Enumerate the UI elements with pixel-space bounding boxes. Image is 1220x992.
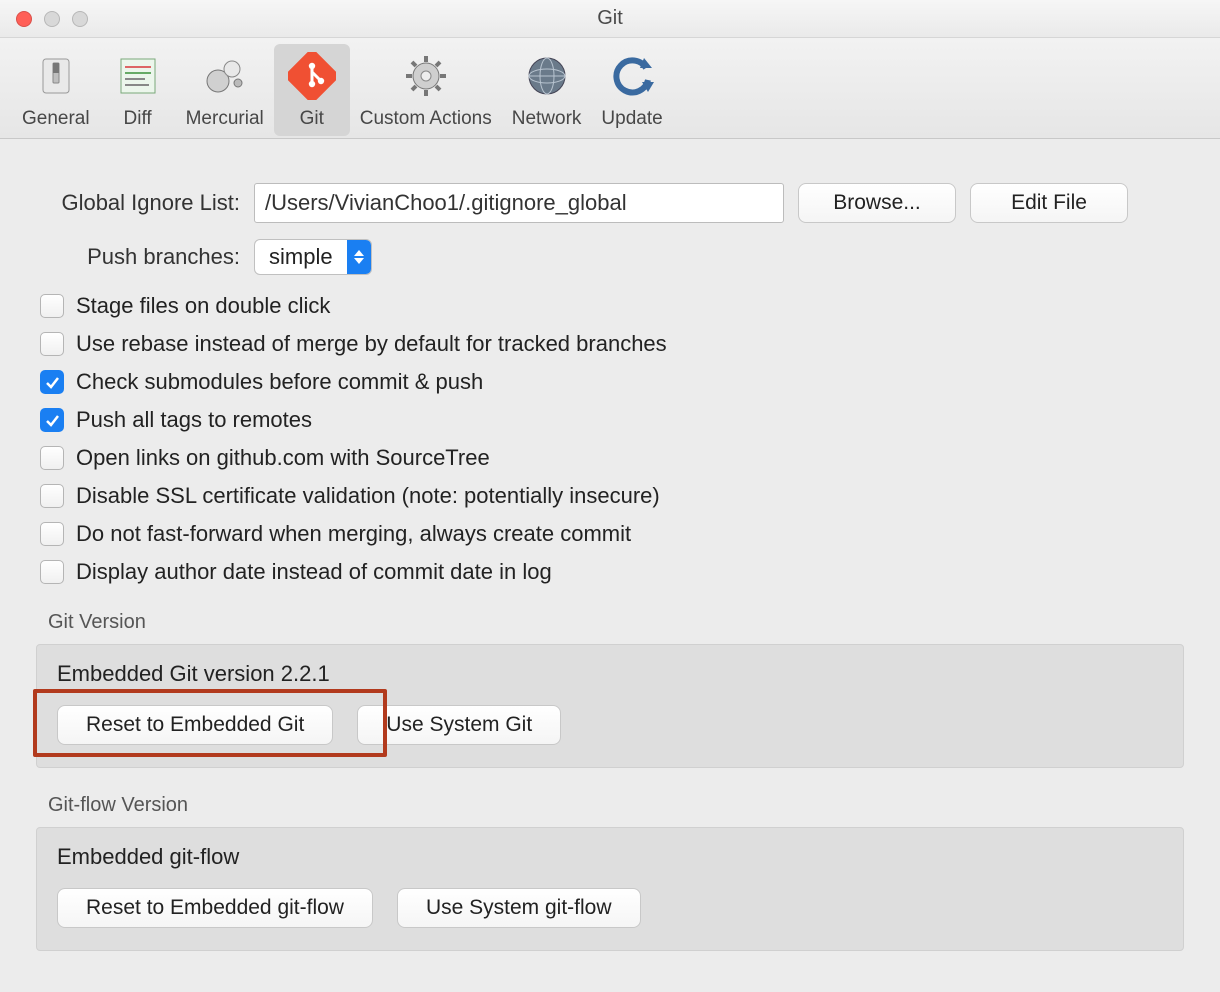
diff-icon — [110, 48, 166, 104]
checkbox-row: Stage files on double click — [40, 293, 1184, 319]
close-window-button[interactable] — [16, 11, 32, 27]
toolbar-item-diff[interactable]: Diff — [100, 44, 176, 136]
checkbox[interactable] — [40, 446, 64, 470]
checkbox-row: Use rebase instead of merge by default f… — [40, 331, 1184, 357]
toolbar-label: Diff — [124, 108, 152, 130]
checkbox-label: Stage files on double click — [76, 293, 330, 319]
browse-button[interactable]: Browse... — [798, 183, 956, 223]
checkbox-row: Do not fast-forward when merging, always… — [40, 521, 1184, 547]
toolbar-item-custom-actions[interactable]: Custom Actions — [350, 44, 502, 136]
global-ignore-input[interactable] — [254, 183, 784, 223]
reset-embedded-gitflow-button[interactable]: Reset to Embedded git-flow — [57, 888, 373, 928]
gear-icon — [398, 48, 454, 104]
gitflow-version-section-label: Git-flow Version — [48, 794, 1184, 817]
git-settings-panel: Global Ignore List: Browse... Edit File … — [0, 139, 1220, 971]
reset-embedded-git-button[interactable]: Reset to Embedded Git — [57, 705, 333, 745]
titlebar: Git — [0, 0, 1220, 38]
gitflow-version-section: Embedded git-flow Reset to Embedded git-… — [36, 827, 1184, 951]
checkbox[interactable] — [40, 332, 64, 356]
checkbox-label: Disable SSL certificate validation (note… — [76, 483, 660, 509]
git-version-section-label: Git Version — [48, 611, 1184, 634]
checkbox-row: Disable SSL certificate validation (note… — [40, 483, 1184, 509]
use-system-git-button[interactable]: Use System Git — [357, 705, 561, 745]
checkbox-label: Check submodules before commit & push — [76, 369, 483, 395]
minimize-window-button[interactable] — [44, 11, 60, 27]
toolbar-label: Git — [300, 108, 324, 130]
mercurial-icon — [197, 48, 253, 104]
checkbox[interactable] — [40, 484, 64, 508]
push-branches-select[interactable]: simple — [254, 239, 372, 275]
checkbox-row: Push all tags to remotes — [40, 407, 1184, 433]
push-branches-value: simple — [255, 244, 347, 270]
network-icon — [519, 48, 575, 104]
checkbox[interactable] — [40, 408, 64, 432]
maximize-window-button[interactable] — [72, 11, 88, 27]
checkbox-label: Display author date instead of commit da… — [76, 559, 552, 585]
checkbox-label: Open links on github.com with SourceTree — [76, 445, 490, 471]
checkbox[interactable] — [40, 370, 64, 394]
toolbar-label: General — [22, 108, 90, 130]
edit-file-button[interactable]: Edit File — [970, 183, 1128, 223]
checkbox-row: Check submodules before commit & push — [40, 369, 1184, 395]
update-icon — [604, 48, 660, 104]
push-branches-label: Push branches: — [36, 244, 240, 270]
git-version-section: Embedded Git version 2.2.1 Reset to Embe… — [36, 644, 1184, 768]
toolbar-item-general[interactable]: General — [12, 44, 100, 136]
use-system-gitflow-button[interactable]: Use System git-flow — [397, 888, 641, 928]
checkbox[interactable] — [40, 294, 64, 318]
traffic-lights — [0, 11, 88, 27]
toolbar-item-network[interactable]: Network — [502, 44, 592, 136]
checkbox-label: Use rebase instead of merge by default f… — [76, 331, 667, 357]
git-icon — [284, 48, 340, 104]
toolbar-item-git[interactable]: Git — [274, 44, 350, 136]
toolbar-label: Update — [601, 108, 662, 130]
preferences-toolbar: General Diff Mercurial Git Custom Action… — [0, 38, 1220, 139]
gitflow-version-title: Embedded git-flow — [57, 844, 1163, 870]
general-icon — [28, 48, 84, 104]
checkbox-row: Display author date instead of commit da… — [40, 559, 1184, 585]
toolbar-label: Custom Actions — [360, 108, 492, 130]
checkbox-label: Do not fast-forward when merging, always… — [76, 521, 631, 547]
preferences-window: Git General Diff Mercurial Git — [0, 0, 1220, 992]
checkbox-row: Open links on github.com with SourceTree — [40, 445, 1184, 471]
toolbar-item-update[interactable]: Update — [591, 44, 672, 136]
toolbar-label: Mercurial — [186, 108, 264, 130]
select-arrows-icon — [347, 240, 371, 274]
toolbar-item-mercurial[interactable]: Mercurial — [176, 44, 274, 136]
git-version-title: Embedded Git version 2.2.1 — [57, 661, 1163, 687]
global-ignore-label: Global Ignore List: — [36, 190, 240, 216]
checkbox-label: Push all tags to remotes — [76, 407, 312, 433]
toolbar-label: Network — [512, 108, 582, 130]
window-title: Git — [0, 7, 1220, 30]
checkbox[interactable] — [40, 560, 64, 584]
checkbox[interactable] — [40, 522, 64, 546]
